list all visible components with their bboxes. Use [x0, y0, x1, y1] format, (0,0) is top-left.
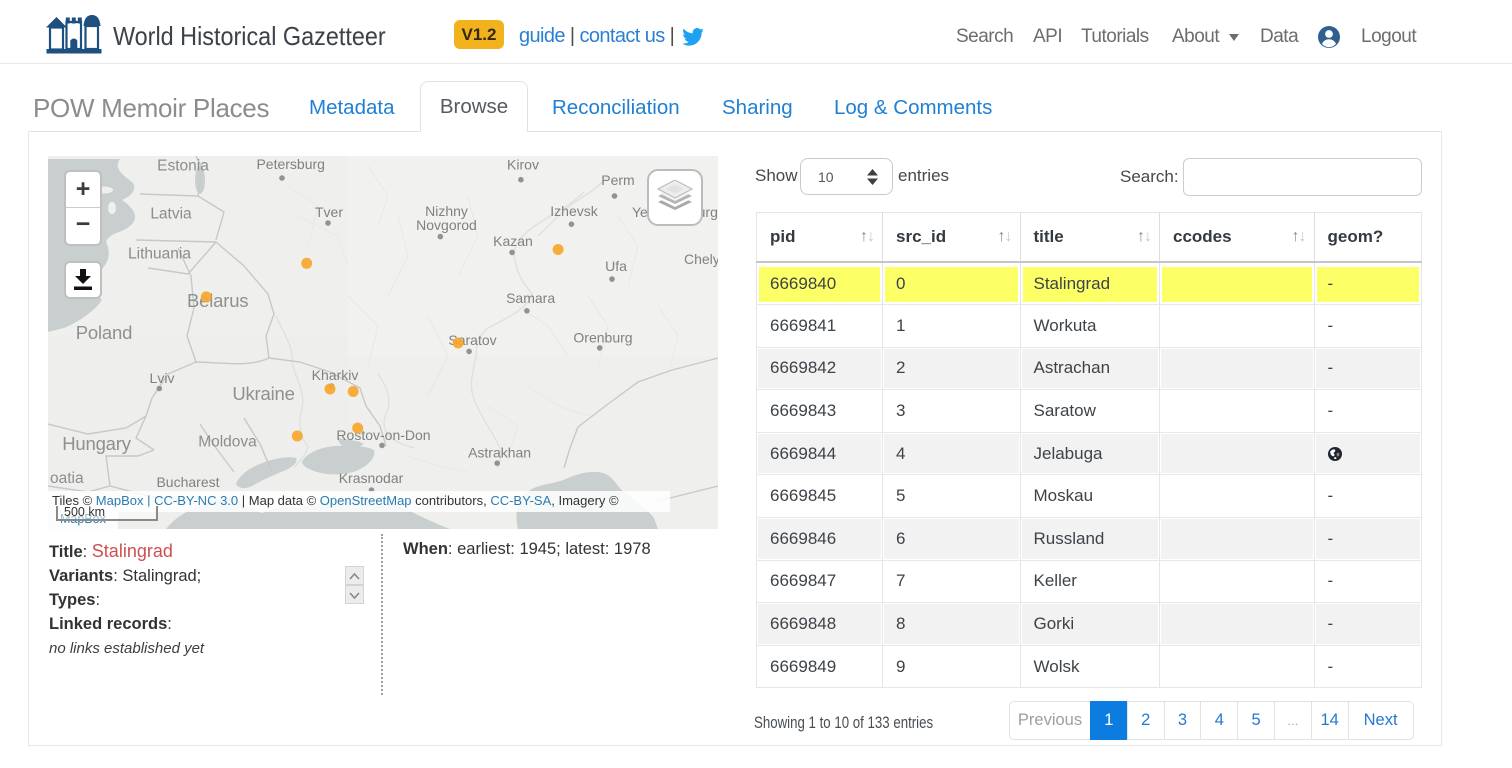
svg-text:Estonia: Estonia [157, 158, 209, 175]
svg-text:Kazan: Kazan [493, 233, 533, 249]
svg-text:Novgorod: Novgorod [416, 217, 477, 233]
svg-text:Perm: Perm [601, 172, 634, 188]
svg-text:Ukraine: Ukraine [232, 383, 294, 404]
svg-text:Poland: Poland [76, 322, 132, 343]
svg-text:Ufa: Ufa [605, 258, 627, 274]
svg-text:Belarus: Belarus [187, 290, 248, 311]
svg-text:Kirov: Kirov [507, 157, 539, 173]
svg-text:Lithuania: Lithuania [128, 246, 191, 263]
svg-text:Chelyabinsk: Chelyabinsk [684, 251, 718, 267]
svg-text:Bucharest: Bucharest [156, 474, 219, 490]
svg-text:Tver: Tver [315, 204, 343, 220]
svg-text:Orenburg: Orenburg [573, 330, 632, 346]
svg-text:Samara: Samara [506, 290, 555, 306]
svg-text:Krasnodar: Krasnodar [339, 470, 404, 486]
svg-text:Izhevsk: Izhevsk [550, 203, 598, 219]
svg-text:Hungary: Hungary [62, 433, 131, 454]
svg-text:Moldova: Moldova [198, 434, 257, 451]
svg-text:Petersburg: Petersburg [256, 156, 324, 172]
svg-text:Latvia: Latvia [150, 206, 192, 223]
svg-text:Lviv: Lviv [150, 370, 175, 386]
svg-text:oatia: oatia [50, 470, 84, 487]
svg-text:Astrakhan: Astrakhan [468, 445, 531, 461]
svg-text:Rostov-on-Don: Rostov-on-Don [336, 427, 430, 443]
svg-text:Kharkiv: Kharkiv [312, 367, 359, 383]
